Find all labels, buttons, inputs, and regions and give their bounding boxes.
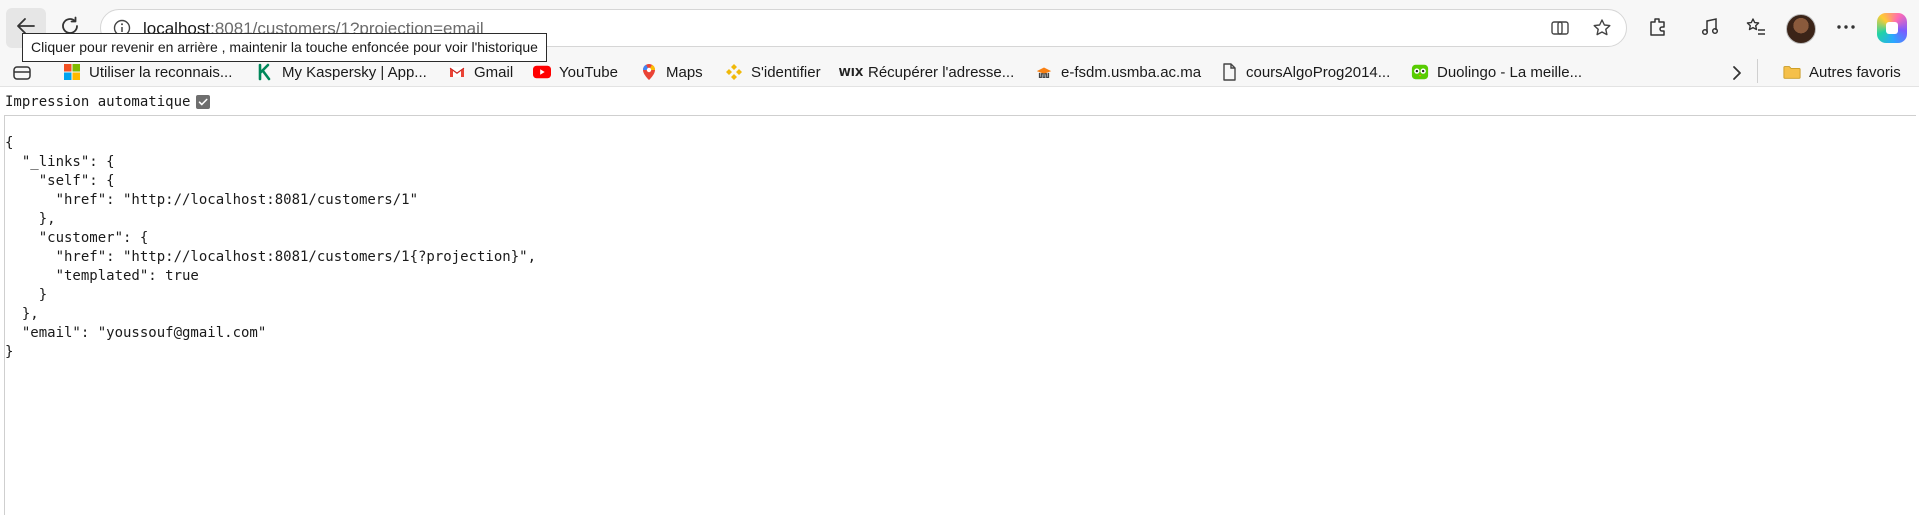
json-line: "_links": { <box>5 154 115 170</box>
favorite-label: S'identifier <box>751 63 821 81</box>
profile-avatar[interactable] <box>1786 14 1816 44</box>
json-line: "customer": { <box>5 230 149 246</box>
copilot-button[interactable] <box>1877 13 1907 43</box>
json-line: }, <box>5 211 56 227</box>
folder-icon <box>1783 63 1801 81</box>
favorites-divider <box>1757 59 1758 83</box>
address-bar-actions <box>1550 18 1612 43</box>
binance-icon <box>725 63 743 81</box>
favorite-item-recuperer[interactable]: WIX Récupérer l'adresse... <box>838 61 1015 83</box>
back-button-tooltip: Cliquer pour revenir en arrière , mainte… <box>22 33 547 62</box>
favorite-label: Duolingo - La meille... <box>1437 63 1583 81</box>
favorites-list-icon[interactable] <box>1742 13 1770 41</box>
gmail-icon <box>448 63 466 81</box>
autoprint-toggle[interactable]: Impression automatique <box>5 94 211 110</box>
collections-icon[interactable] <box>12 62 32 84</box>
autoprint-label: Impression automatique <box>5 94 191 110</box>
json-line: "href": "http://localhost:8081/customers… <box>5 192 419 208</box>
chevron-right-icon[interactable] <box>1729 62 1745 84</box>
favorite-label: Maps <box>666 63 703 81</box>
document-icon <box>1220 63 1238 81</box>
json-line: "self": { <box>5 173 115 189</box>
microsoft-icon <box>63 63 81 81</box>
wix-icon: WIX <box>838 65 864 79</box>
favorite-item-kaspersky[interactable]: My Kaspersky | App... <box>256 61 427 83</box>
favorite-item-maps[interactable]: Maps <box>640 61 703 83</box>
reading-mode-icon[interactable] <box>1550 18 1570 43</box>
favorite-item-efsdm[interactable]: e-fsdm.usmba.ac.ma <box>1035 61 1201 83</box>
extensions-icon[interactable] <box>1644 13 1672 41</box>
json-viewer: { "_links": { "self": { "href": "http://… <box>4 115 1916 515</box>
json-line: { <box>5 135 14 151</box>
favorite-star-icon[interactable] <box>1592 18 1612 43</box>
favorite-item-microsoft[interactable]: Utiliser la reconnais... <box>63 61 232 83</box>
kaspersky-icon <box>256 63 274 81</box>
json-line: } <box>5 287 48 303</box>
youtube-icon <box>533 63 551 81</box>
favorites-bar: Utiliser la reconnais... My Kaspersky | … <box>0 58 1919 87</box>
other-favorites-folder[interactable]: Autres favoris <box>1783 61 1901 83</box>
favorite-item-duolingo[interactable]: Duolingo - La meille... <box>1411 61 1582 83</box>
duolingo-icon <box>1411 63 1429 81</box>
favorite-label: Utiliser la reconnais... <box>89 63 233 81</box>
favorite-label: e-fsdm.usmba.ac.ma <box>1061 63 1202 81</box>
favorite-item-youtube[interactable]: YouTube <box>533 61 618 83</box>
json-line: "email": "youssouf@gmail.com" <box>5 325 267 341</box>
maps-pin-icon <box>640 63 658 81</box>
favorite-label: Récupérer l'adresse... <box>868 63 1015 81</box>
json-content: { "_links": { "self": { "href": "http://… <box>5 134 536 362</box>
favorite-label: My Kaspersky | App... <box>282 63 427 81</box>
favorite-item-coursalgo[interactable]: coursAlgoProg2014... <box>1220 61 1390 83</box>
favorite-item-gmail[interactable]: Gmail <box>448 61 513 83</box>
favorite-label: coursAlgoProg2014... <box>1246 63 1391 81</box>
json-line: "templated": true <box>5 268 199 284</box>
json-line: } <box>5 344 14 360</box>
autoprint-checkbox[interactable] <box>196 95 211 109</box>
more-options-icon[interactable] <box>1832 13 1860 41</box>
media-control-icon[interactable] <box>1696 13 1724 41</box>
other-favorites-label: Autres favoris <box>1809 63 1901 81</box>
favorite-label: YouTube <box>559 63 618 81</box>
favorite-label: Gmail <box>474 63 514 81</box>
json-line: }, <box>5 306 39 322</box>
favorite-item-identifier[interactable]: S'identifier <box>725 61 821 83</box>
moodle-icon <box>1035 63 1053 81</box>
json-line: "href": "http://localhost:8081/customers… <box>5 249 537 265</box>
